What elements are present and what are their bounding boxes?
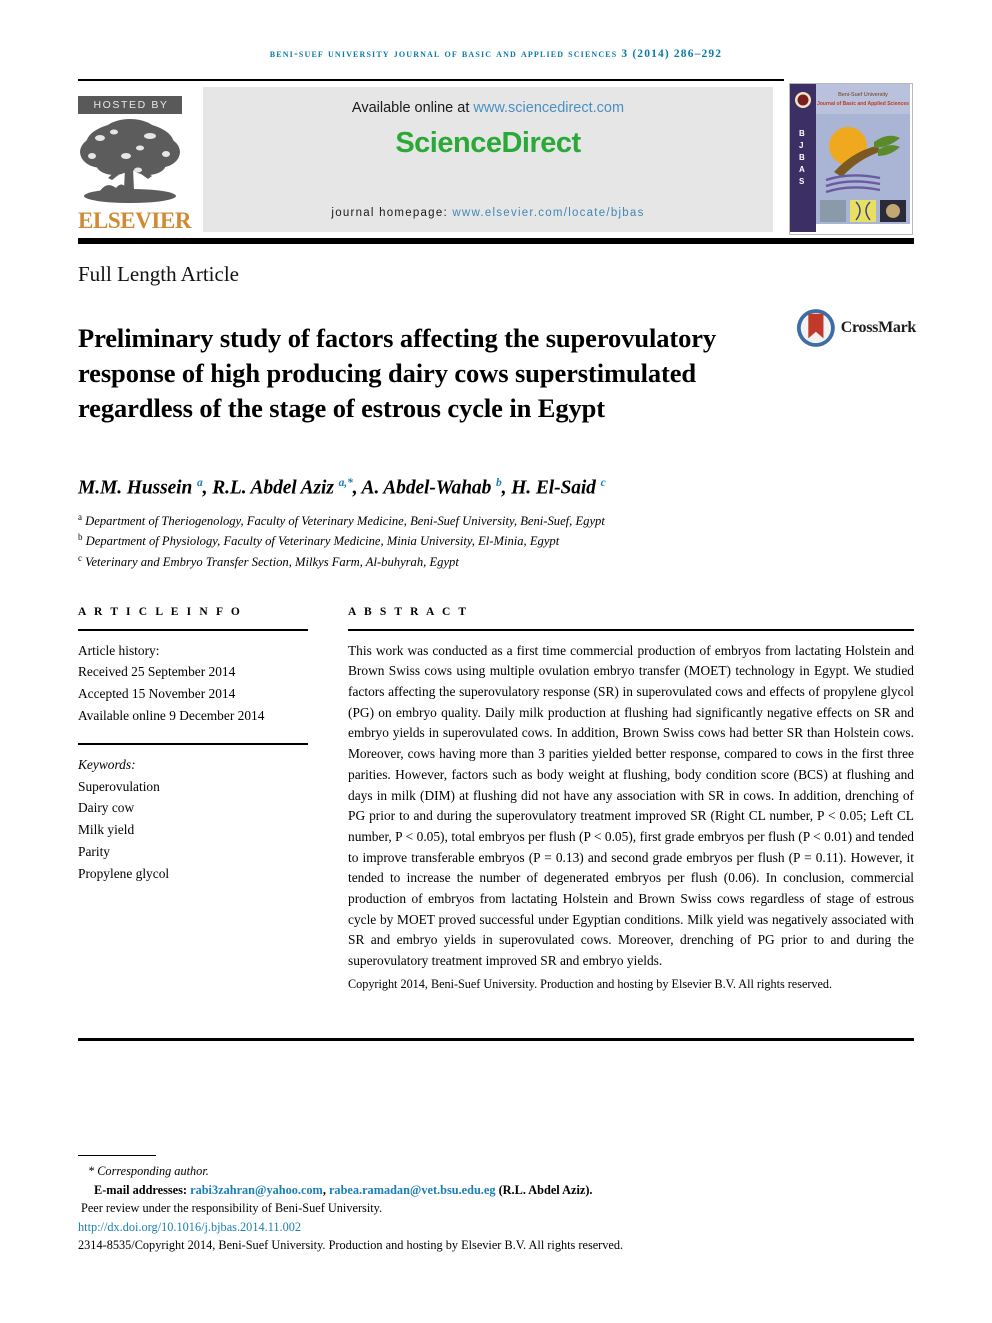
page-title: Preliminary study of factors affecting t… [78, 322, 717, 423]
sciencedirect-url-link[interactable]: www.sciencedirect.com [473, 100, 624, 116]
journal-homepage-link[interactable]: www.elsevier.com/locate/bjbas [452, 207, 644, 219]
article-type-label: Full Length Article [78, 262, 239, 286]
header-top-rule [78, 79, 784, 81]
issn-copyright-line: 2314-8535/Copyright 2014, Beni-Suef Univ… [78, 1238, 624, 1253]
crossmark-badge[interactable]: CrossMark [796, 306, 916, 350]
keywords-block: Keywords: Superovulation Dairy cow Milk … [78, 754, 308, 884]
keyword-item: Propylene glycol [78, 865, 170, 881]
journal-cover-thumbnail[interactable]: BJBAS Beni-Suef University Journal of Ba… [789, 83, 913, 235]
article-history-received: Received 25 September 2014 [78, 664, 236, 680]
abstract-bottom-rule [78, 1038, 914, 1041]
keyword-item: Dairy cow [78, 800, 135, 816]
peer-review-note: Peer review under the responsibility of … [81, 1201, 383, 1216]
elsevier-wordmark: ELSEVIER [78, 208, 192, 233]
affiliation-list: a Department of Theriogenology, Faculty … [78, 511, 898, 572]
article-history-block: Article history: Received 25 September 2… [78, 640, 308, 727]
header-bottom-rule [78, 238, 914, 244]
keyword-item: Superovulation [78, 778, 160, 794]
article-history-title: Article history: [78, 642, 160, 658]
abstract-copyright: Copyright 2014, Beni-Suef University. Pr… [348, 976, 833, 991]
email-link-1[interactable]: rabi3zahran@yahoo.com [190, 1183, 323, 1197]
svg-text:Journal of Basic and Applied S: Journal of Basic and Applied Sciences [817, 101, 909, 107]
abstract-column: A B S T R A C T This work was conducted … [348, 606, 914, 993]
keyword-item: Milk yield [78, 822, 135, 838]
journal-cover-artwork: BJBAS Beni-Suef University Journal of Ba… [790, 84, 910, 232]
author-list: M.M. Hussein a, R.L. Abdel Aziz a,*, A. … [78, 477, 606, 499]
article-history-accepted: Accepted 15 November 2014 [78, 686, 236, 701]
svg-text:J: J [799, 141, 803, 150]
elsevier-tree-icon [80, 119, 180, 203]
available-online-label: Available online at [351, 100, 474, 116]
abstract-body: This work was conducted as a first time … [348, 642, 914, 969]
keywords-rule [78, 743, 308, 745]
affiliation-item: a Department of Theriogenology, Faculty … [78, 512, 605, 529]
email-link-2[interactable]: rabea.ramadan@vet.bsu.edu.eg [329, 1183, 496, 1197]
footnote-block: * Corresponding author. E-mail addresses… [78, 1155, 914, 1255]
email-label: E-mail addresses: [94, 1182, 188, 1197]
abstract-rule [348, 629, 914, 631]
doi-link[interactable]: http://dx.doi.org/10.1016/j.bjbas.2014.1… [78, 1218, 914, 1236]
paper-page: Beni-Suef University Journal of Basic an… [0, 0, 992, 1323]
svg-text:Beni-Suef University: Beni-Suef University [838, 92, 888, 98]
footnote-rule [78, 1155, 156, 1157]
corresponding-author-note: * Corresponding author. [88, 1164, 209, 1179]
journal-homepage-label: journal homepage: [331, 207, 453, 219]
available-online-line: Available online at www.sciencedirect.co… [203, 87, 773, 116]
email-addresses-line: E-mail addresses: rabi3zahran@yahoo.com,… [78, 1181, 914, 1199]
svg-text:B: B [799, 153, 805, 162]
article-history-online: Available online 9 December 2014 [78, 707, 265, 723]
elsevier-hosted-block: HOSTED BY ELSEVIER [78, 96, 192, 233]
affiliation-item: b Department of Physiology, Faculty of V… [78, 532, 560, 549]
article-info-column: A R T I C L E I N F O Article history: R… [78, 606, 308, 884]
affiliation-item: c Veterinary and Embryo Transfer Section… [78, 552, 459, 569]
crossmark-label: CrossMark [840, 319, 917, 336]
crossmark-icon [796, 309, 835, 347]
hosted-by-label: HOSTED BY [78, 96, 182, 114]
svg-text:S: S [799, 177, 805, 186]
email-attribution: (R.L. Abdel Aziz). [495, 1182, 593, 1197]
sciencedirect-logo[interactable]: ScienceDirect [203, 127, 773, 160]
article-info-rule [78, 629, 308, 631]
svg-text:B: B [799, 129, 805, 138]
svg-text:A: A [799, 165, 805, 174]
article-info-heading: A R T I C L E I N F O [78, 606, 243, 618]
running-head: Beni-Suef University Journal of Basic an… [269, 48, 723, 60]
keyword-item: Parity [78, 843, 110, 859]
keywords-title: Keywords: [78, 757, 136, 772]
journal-homepage-line: journal homepage: www.elsevier.com/locat… [203, 207, 773, 219]
abstract-heading: A B S T R A C T [348, 606, 469, 618]
sciencedirect-panel: Available online at www.sciencedirect.co… [203, 87, 773, 232]
